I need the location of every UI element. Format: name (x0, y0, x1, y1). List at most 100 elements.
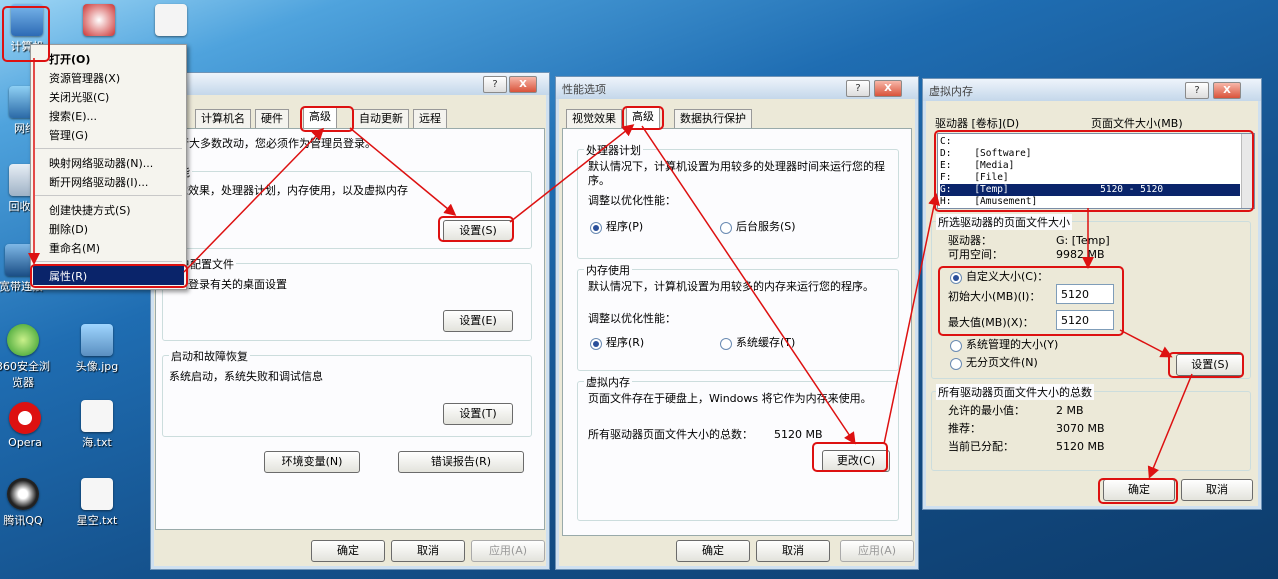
free-space-label: 可用空间： (948, 248, 1003, 261)
error-report-button[interactable]: 错误报告(R) (398, 451, 524, 473)
programs-memory-radio[interactable] (590, 338, 602, 350)
advanced-tab-panel: 行大多数改动，您必须作为管理员登录。 能 觉效果，处理器计划，内存使用，以及虚拟… (155, 128, 545, 530)
browser-desktop-icon[interactable]: 360安全浏览器 (0, 324, 54, 390)
text-file-icon (81, 400, 113, 432)
desktop-icon-label: 腾讯QQ (3, 514, 43, 527)
ok-button[interactable]: 确定 (676, 540, 750, 562)
change-button[interactable]: 更改(C) (822, 450, 890, 472)
startup-settings-button[interactable]: 设置(T) (443, 403, 513, 425)
starry-txt-desktop-icon[interactable]: 星空.txt (68, 478, 126, 528)
tab-dep[interactable]: 数据执行保护 (674, 109, 752, 128)
close-button[interactable]: X (1213, 82, 1241, 99)
profile-settings-button[interactable]: 设置(E) (443, 310, 513, 332)
cancel-button[interactable]: 取消 (756, 540, 830, 562)
custom-size-radio[interactable] (950, 272, 962, 284)
cancel-button[interactable]: 取消 (1181, 479, 1253, 501)
cancel-button[interactable]: 取消 (391, 540, 465, 562)
tab-hardware[interactable]: 硬件 (255, 109, 289, 128)
tab-advanced[interactable]: 高级 (303, 107, 337, 128)
drive-value: G: [Temp] (1056, 234, 1110, 247)
help-button[interactable]: ? (1185, 82, 1209, 99)
set-button[interactable]: 设置(S) (1176, 354, 1244, 376)
desktop-icon-label: 海.txt (82, 436, 112, 449)
list-scrollbar[interactable] (1241, 134, 1254, 208)
group-description: 您登录有关的桌面设置 (177, 278, 287, 291)
photo-desktop-icon[interactable]: 头像.jpg (68, 324, 126, 374)
tab-remote[interactable]: 远程 (413, 109, 447, 128)
qq-penguin-icon (7, 478, 39, 510)
desktop-icon-label: Opera (8, 436, 42, 449)
app-desktop-icon[interactable] (70, 4, 128, 38)
title-bar: ? X (151, 73, 549, 95)
admin-note: 行大多数改动，您必须作为管理员登录。 (178, 137, 376, 150)
performance-options-window: 性能选项 ? X 视觉效果 高级 数据执行保护 处理器计划 默认情况下，计算机设… (555, 76, 919, 570)
background-services-radio[interactable] (720, 222, 732, 234)
total-value: 5120 MB (774, 428, 823, 441)
apply-button[interactable]: 应用(A) (471, 540, 545, 562)
file-desktop-icon[interactable] (142, 4, 200, 38)
system-managed-radio[interactable] (950, 340, 962, 352)
text-file-icon (81, 478, 113, 510)
close-button[interactable]: X (509, 76, 537, 93)
processor-scheduling-group: 处理器计划 默认情况下，计算机设置为用较多的处理器时间来运行您的程序。 调整以优… (577, 142, 899, 259)
group-title: 所选驱动器的页面文件大小 (936, 214, 1072, 230)
recommended-value: 3070 MB (1056, 422, 1105, 435)
help-button[interactable]: ? (483, 76, 507, 93)
title-bar: 性能选项 ? X (556, 77, 918, 99)
help-button[interactable]: ? (846, 80, 870, 97)
no-paging-file-radio[interactable] (950, 358, 962, 370)
drive-row[interactable]: D: [Software] (940, 148, 1240, 160)
max-size-input[interactable]: 5120 (1056, 310, 1114, 330)
opera-desktop-icon[interactable]: Opera (0, 402, 54, 449)
drive-list[interactable]: C: D: [Software] E: [Media] F: [File] G:… (937, 133, 1255, 209)
radio-label: 自定义大小(C)： (966, 270, 1049, 283)
drive-row[interactable]: F: [File] (940, 172, 1240, 184)
drive-row[interactable]: E: [Media] (940, 160, 1240, 172)
app-icon (83, 4, 115, 36)
performance-settings-button[interactable]: 设置(S) (443, 220, 513, 242)
radio-label: 无分页文件(N) (966, 356, 1038, 369)
group-title: 启动和故障恢复 (169, 348, 250, 364)
menu-item-properties[interactable]: 属性(R) (49, 268, 87, 284)
startup-recovery-group: 启动和故障恢复 系统启动，系统失败和调试信息 设置(T) (162, 348, 532, 437)
menu-item-manage[interactable]: 管理(G) (49, 127, 88, 143)
allocated-label: 当前已分配： (948, 440, 1014, 453)
drive-row-selected[interactable]: G: [Temp] 5120 - 5120 (940, 184, 1240, 196)
min-value: 2 MB (1056, 404, 1084, 417)
menu-item-explorer[interactable]: 资源管理器(X) (49, 70, 120, 86)
menu-item-disconnect-drive[interactable]: 断开网络驱动器(I)... (49, 174, 148, 190)
desktop-icon-label: 头像.jpg (75, 360, 119, 373)
group-description: 页面文件存在于硬盘上，Windows 将它作为内存来使用。 (588, 392, 872, 405)
group-title: 内存使用 (584, 262, 632, 278)
apply-button[interactable]: 应用(A) (840, 540, 914, 562)
qq-desktop-icon[interactable]: 腾讯QQ (0, 478, 52, 528)
menu-item-create-shortcut[interactable]: 创建快捷方式(S) (49, 202, 131, 218)
menu-item-eject[interactable]: 关闭光驱(C) (49, 89, 109, 105)
ok-button[interactable]: 确定 (1103, 479, 1175, 501)
menu-separator (35, 261, 182, 262)
menu-item-delete[interactable]: 删除(D) (49, 221, 88, 237)
computer-icon (11, 4, 43, 36)
image-icon (81, 324, 113, 356)
drive-row[interactable]: C: (940, 136, 1240, 148)
radio-label: 系统缓存(T) (736, 336, 796, 349)
initial-size-label: 初始大小(MB)(I)： (948, 290, 1041, 303)
menu-item-open[interactable]: 打开(O) (49, 51, 90, 67)
close-button[interactable]: X (874, 80, 902, 97)
menu-item-map-drive[interactable]: 映射网络驱动器(N)... (49, 155, 153, 171)
tab-computer-name[interactable]: 计算机名 (195, 109, 251, 128)
programs-radio[interactable] (590, 222, 602, 234)
menu-item-search[interactable]: 搜索(E)... (49, 108, 97, 124)
tab-auto-update[interactable]: 自动更新 (353, 109, 409, 128)
drive-row[interactable]: H: [Amusement] (940, 196, 1240, 208)
desktop-icon-label: 360安全浏览器 (0, 360, 50, 389)
tab-advanced[interactable]: 高级 (626, 107, 660, 128)
menu-item-rename[interactable]: 重命名(M) (49, 240, 100, 256)
sea-txt-desktop-icon[interactable]: 海.txt (68, 400, 126, 450)
initial-size-input[interactable]: 5120 (1056, 284, 1114, 304)
performance-group: 能 觉效果，处理器计划，内存使用，以及虚拟内存 设置(S) (162, 164, 532, 249)
ok-button[interactable]: 确定 (311, 540, 385, 562)
environment-variables-button[interactable]: 环境变量(N) (264, 451, 360, 473)
system-cache-radio[interactable] (720, 338, 732, 350)
tab-visual-effects[interactable]: 视觉效果 (566, 109, 622, 128)
